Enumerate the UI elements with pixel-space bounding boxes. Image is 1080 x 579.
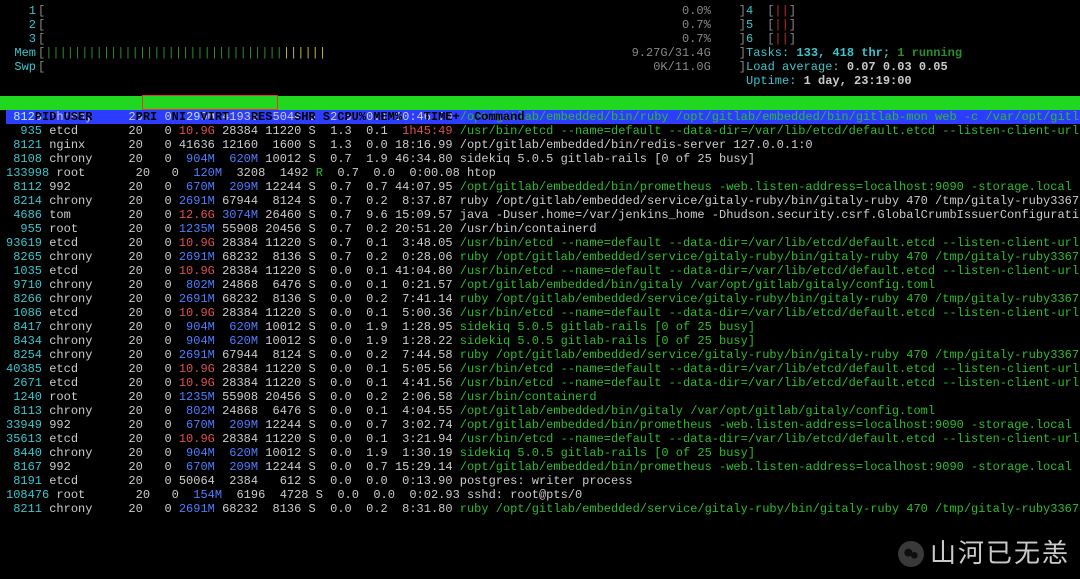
process-row[interactable]: 1240 root 20 0 1235M 55908 20456 S 0.0 0… [6,390,1080,404]
process-row[interactable]: 8108 chrony 20 0 904M 620M 10012 S 0.7 1… [6,152,1080,166]
process-row[interactable]: 1035 etcd 20 0 10.9G 28384 11220 S 0.0 0… [6,264,1080,278]
tasks-running: 1 running [897,46,962,60]
process-row[interactable]: 8254 chrony 20 0 2691M 67944 8124 S 0.0 … [6,348,1080,362]
process-row[interactable]: 8440 chrony 20 0 904M 620M 10012 S 0.0 1… [6,446,1080,460]
tasks-label: Tasks: [746,46,796,60]
process-row[interactable]: 8266 chrony 20 0 2691M 68232 8136 S 0.0 … [6,292,1080,306]
uptime-value: 1 day, 23:19:00 [804,74,912,88]
swap-meter: Swp[ 0K/11.0G] [6,60,746,74]
process-row[interactable]: 2671 etcd 20 0 10.9G 28384 11220 S 0.0 0… [6,376,1080,390]
process-row[interactable]: 8265 chrony 20 0 2691M 68232 8136 S 0.7 … [6,250,1080,264]
process-row[interactable]: 8211 chrony 20 0 2691M 68232 8136 S 0.0 … [6,502,1080,516]
process-row[interactable]: 8214 chrony 20 0 2691M 67944 8124 S 0.7 … [6,194,1080,208]
process-row[interactable]: 133998 root 20 0 120M 3208 1492 R 0.7 0.… [6,166,1080,180]
process-row[interactable]: 93619 etcd 20 0 10.9G 28384 11220 S 0.7 … [6,236,1080,250]
cpu-meters: 1[0.0%]2[0.7%]3[0.7%] [6,4,746,46]
process-row[interactable]: 9710 chrony 20 0 802M 24868 6476 S 0.0 0… [6,278,1080,292]
top-panel: 1[0.0%]2[0.7%]3[0.7%] Mem[||||||||||||||… [0,0,1080,90]
process-row[interactable]: 8434 chrony 20 0 904M 620M 10012 S 0.0 1… [6,334,1080,348]
process-row[interactable]: 33949 992 20 0 670M 209M 12244 S 0.0 0.7… [6,418,1080,432]
process-row[interactable]: 955 root 20 0 1235M 55908 20456 S 0.7 0.… [6,222,1080,236]
process-row[interactable]: 8121 nginx 20 0 41636 12160 1600 S 1.3 0… [6,138,1080,152]
process-row[interactable]: 108476 root 20 0 154M 6196 4728 S 0.0 0.… [6,488,1080,502]
stats-panel: 4 [||]5 [||]6 [||] Tasks: 133, 418 thr; … [746,4,1074,88]
process-row[interactable]: 8112 992 20 0 670M 209M 12244 S 0.7 0.7 … [6,180,1080,194]
load-label: Load average: [746,60,847,74]
process-row[interactable]: 935 etcd 20 0 10.9G 28384 11220 S 1.3 0.… [6,124,1080,138]
process-row[interactable]: 4686 tom 20 0 12.6G 3074M 26460 S 0.7 9.… [6,208,1080,222]
highlight-box [142,95,278,110]
process-row[interactable]: 8191 etcd 20 0 50064 2384 612 S 0.0 0.0 … [6,474,1080,488]
process-row[interactable]: 35613 etcd 20 0 10.9G 28384 11220 S 0.0 … [6,432,1080,446]
tasks-count: 133 [796,46,818,60]
load-values: 0.07 0.03 0.05 [847,60,948,74]
uptime-label: Uptime: [746,74,804,88]
process-row[interactable]: 8417 chrony 20 0 904M 620M 10012 S 0.0 1… [6,320,1080,334]
process-row[interactable]: 8113 chrony 20 0 802M 24868 6476 S 0.0 0… [6,404,1080,418]
process-header[interactable]: PID USER PRI NI VIRT RES SHR S CPU% MEM%… [0,96,1080,110]
watermark: 山河已无恙 [898,541,1070,567]
process-list[interactable]: 8125 chrony 20 0 299M 41936 5044 S 2.0 0… [0,110,1080,516]
process-row[interactable]: 8167 992 20 0 670M 209M 12244 S 0.0 0.7 … [6,460,1080,474]
process-row[interactable]: 40385 etcd 20 0 10.9G 28384 11220 S 0.0 … [6,362,1080,376]
process-row[interactable]: 1086 etcd 20 0 10.9G 28384 11220 S 0.0 0… [6,306,1080,320]
mem-meter: Mem[||||||||||||||||||||||||||||||||||||… [6,46,746,60]
wechat-icon [898,541,924,567]
